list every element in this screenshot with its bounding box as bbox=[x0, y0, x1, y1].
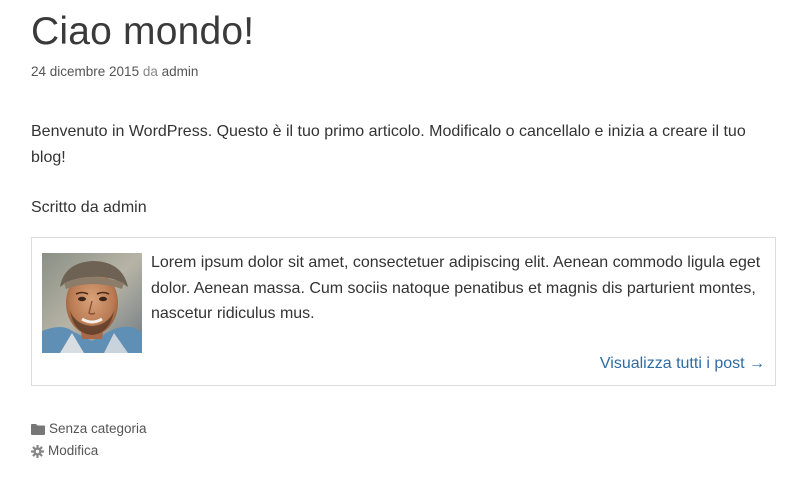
author-bio: Lorem ipsum dolor sit amet, consectetuer… bbox=[151, 254, 761, 322]
avatar bbox=[42, 253, 142, 353]
post-meta: 24 dicembre 2015 da admin bbox=[31, 64, 198, 80]
author-box: Lorem ipsum dolor sit amet, consectetuer… bbox=[31, 237, 776, 386]
gear-icon bbox=[31, 444, 44, 458]
post-meta-by: da bbox=[142, 64, 158, 79]
post-author-link[interactable]: admin bbox=[162, 64, 199, 79]
post-title: Ciao mondo! bbox=[31, 10, 255, 53]
post-footer: Senza categoria Modifica bbox=[31, 418, 147, 462]
written-by-label: Scritto da admin bbox=[31, 199, 147, 216]
edit-post-link[interactable]: Modifica bbox=[48, 440, 98, 462]
category-link[interactable]: Senza categoria bbox=[49, 418, 147, 440]
folder-icon bbox=[31, 424, 45, 435]
avatar-photo bbox=[42, 253, 142, 353]
view-all-posts-link[interactable]: Visualizza tutti i post → bbox=[600, 352, 765, 376]
post-content-paragraph: Benvenuto in WordPress. Questo è il tuo … bbox=[31, 123, 746, 166]
post-date-link[interactable]: 24 dicembre 2015 bbox=[31, 64, 139, 79]
post-content: Benvenuto in WordPress. Questo è il tuo … bbox=[31, 119, 776, 171]
edit-line: Modifica bbox=[31, 440, 147, 462]
category-line: Senza categoria bbox=[31, 418, 147, 440]
